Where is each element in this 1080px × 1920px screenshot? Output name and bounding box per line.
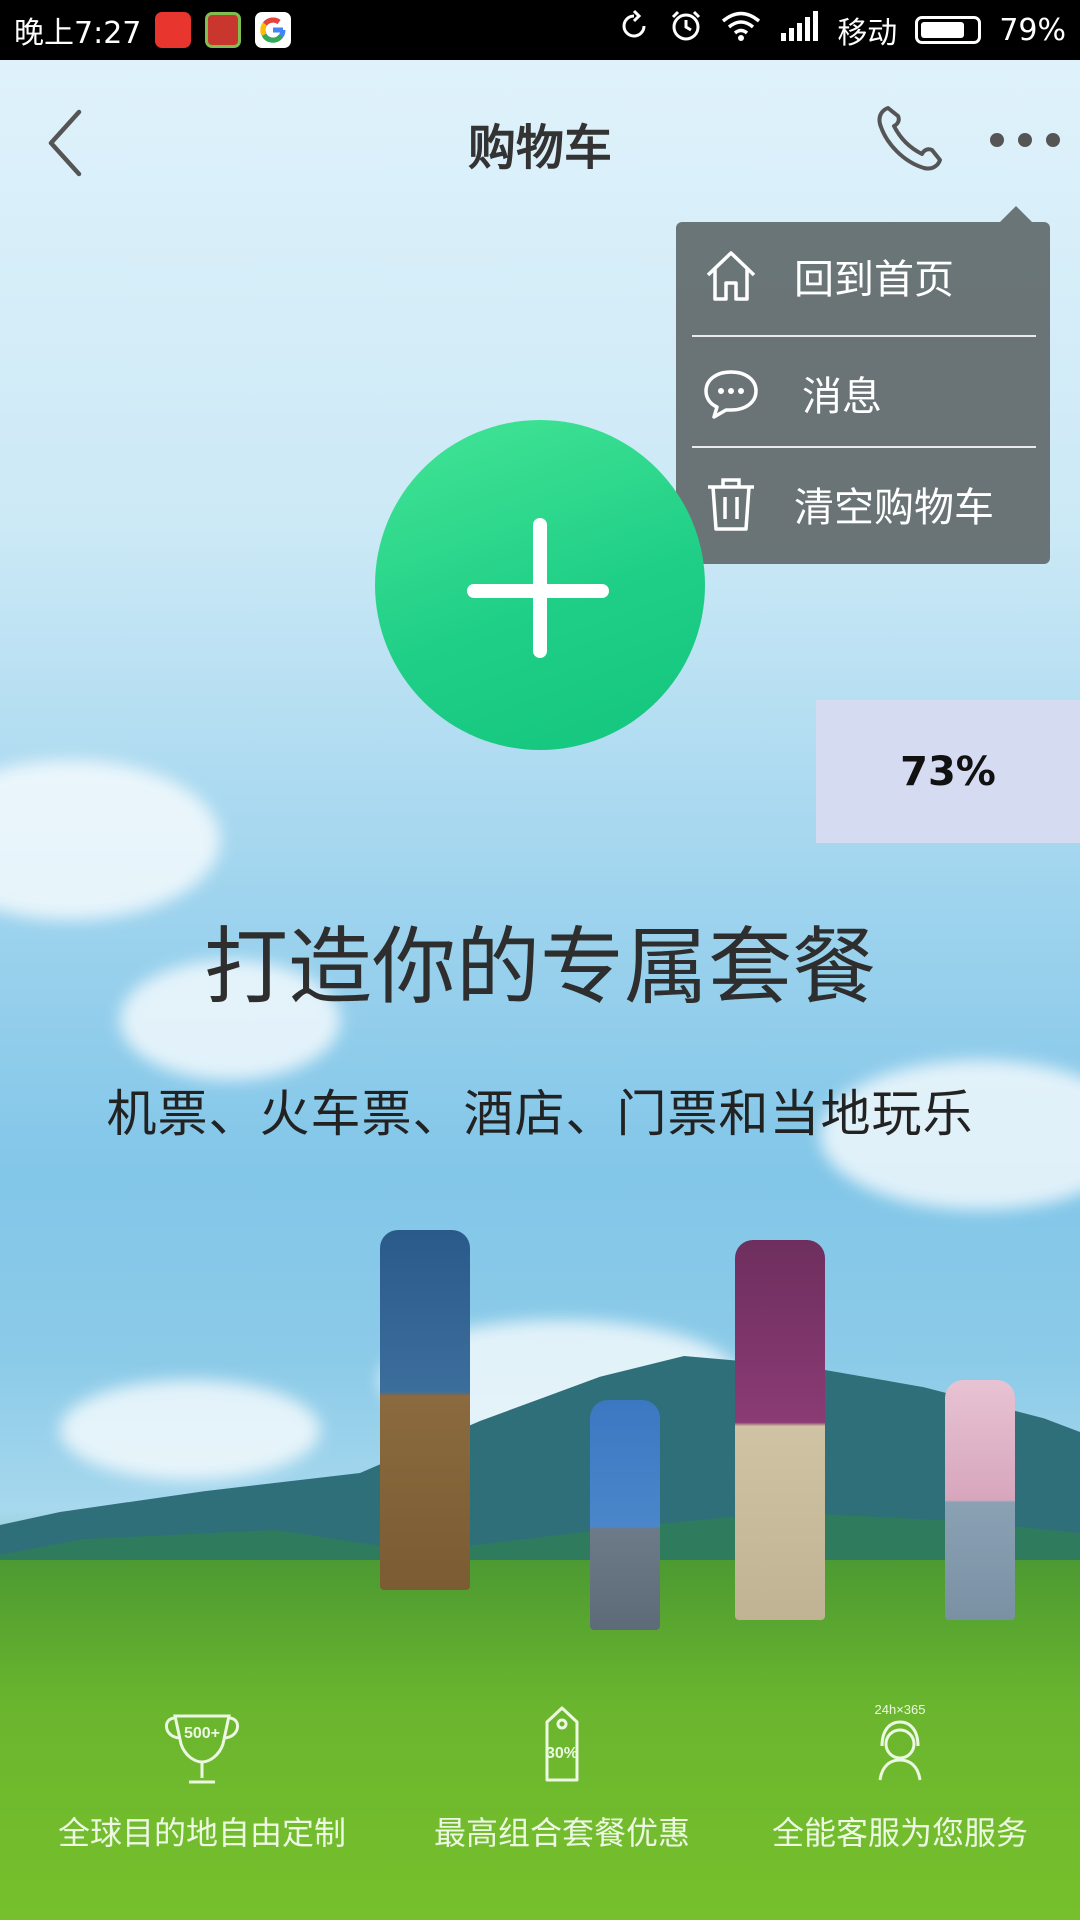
- subheadline: 机票、火车票、酒店、门票和当地玩乐: [106, 1085, 974, 1143]
- support-agent-icon: 24h×365: [875, 1702, 926, 1781]
- status-bar: 晚上7:27 移动 79%: [0, 0, 1080, 60]
- progress-badge: 73%: [816, 700, 1080, 843]
- carrier-label: 移动: [837, 16, 898, 51]
- menu-divider: [692, 446, 1036, 448]
- alarm-icon: [669, 9, 703, 51]
- cloud: [0, 760, 220, 920]
- menu-item-label: 清空购物车: [794, 485, 994, 531]
- battery-icon: [915, 16, 982, 44]
- phone-icon: [877, 106, 942, 171]
- home-icon: [706, 251, 756, 301]
- trophy-icon: 500+: [165, 1714, 239, 1784]
- hiker-figure: [945, 1380, 1015, 1620]
- sync-icon: [617, 9, 651, 51]
- top-nav: 购物车: [0, 60, 1080, 210]
- menu-item-label: 回到首页: [794, 257, 954, 303]
- more-dots-icon: [1018, 133, 1032, 147]
- app-notification-icon: [205, 12, 242, 48]
- more-dots-icon: [1046, 133, 1060, 147]
- app-notification-icon: [155, 12, 192, 48]
- wifi-icon: [721, 10, 761, 50]
- headline: 打造你的专属套餐: [203, 918, 876, 1016]
- feature-destinations: 500+ 全球目的地自由定制: [22, 1700, 382, 1854]
- google-icon: [255, 12, 292, 48]
- status-left: 晚上7:27: [14, 8, 292, 52]
- hiker-figure: [380, 1230, 470, 1590]
- feature-icon-text: 500+: [184, 1725, 220, 1742]
- more-menu: 回到首页 消息 清空购物车: [676, 206, 1050, 564]
- phone-button[interactable]: [870, 98, 950, 178]
- battery-percent: 79%: [999, 12, 1066, 48]
- feature-label: 全球目的地自由定制: [57, 1814, 346, 1852]
- feature-icon-text: 24h×365: [875, 1702, 926, 1717]
- menu-divider: [692, 335, 1036, 337]
- menu-item-home[interactable]: 回到首页: [676, 222, 1050, 330]
- feature-support: 24h×365 全能客服为您服务: [720, 1700, 1080, 1854]
- plus-icon: [467, 584, 609, 598]
- signal-icon: [779, 11, 819, 49]
- battery-fill: [921, 22, 964, 38]
- status-right: 移动 79%: [617, 8, 1066, 52]
- feature-icon-text: 30%: [546, 1745, 578, 1762]
- add-package-button[interactable]: [375, 420, 705, 750]
- hiker-figure: [590, 1400, 660, 1630]
- menu-item-messages[interactable]: 消息: [676, 339, 1050, 447]
- trash-icon: [708, 478, 754, 531]
- feature-label: 最高组合套餐优惠: [433, 1814, 690, 1852]
- hiker-figure: [735, 1240, 825, 1620]
- cloud: [60, 1380, 320, 1480]
- price-tag-icon: 30%: [545, 1706, 579, 1782]
- status-time: 晚上7:27: [14, 16, 142, 51]
- more-button[interactable]: [990, 120, 1060, 160]
- feature-label: 全能客服为您服务: [771, 1814, 1028, 1852]
- menu-item-label: 消息: [802, 374, 882, 420]
- menu-item-clear-cart[interactable]: 清空购物车: [676, 450, 1050, 558]
- more-dots-icon: [990, 133, 1004, 147]
- feature-discount: 30% 最高组合套餐优惠: [382, 1700, 742, 1854]
- feature-row: 500+ 全球目的地自由定制 30% 最高组合套餐优惠 24h×365 全能客服…: [0, 1700, 1080, 1860]
- chat-bubble-icon: [704, 370, 758, 419]
